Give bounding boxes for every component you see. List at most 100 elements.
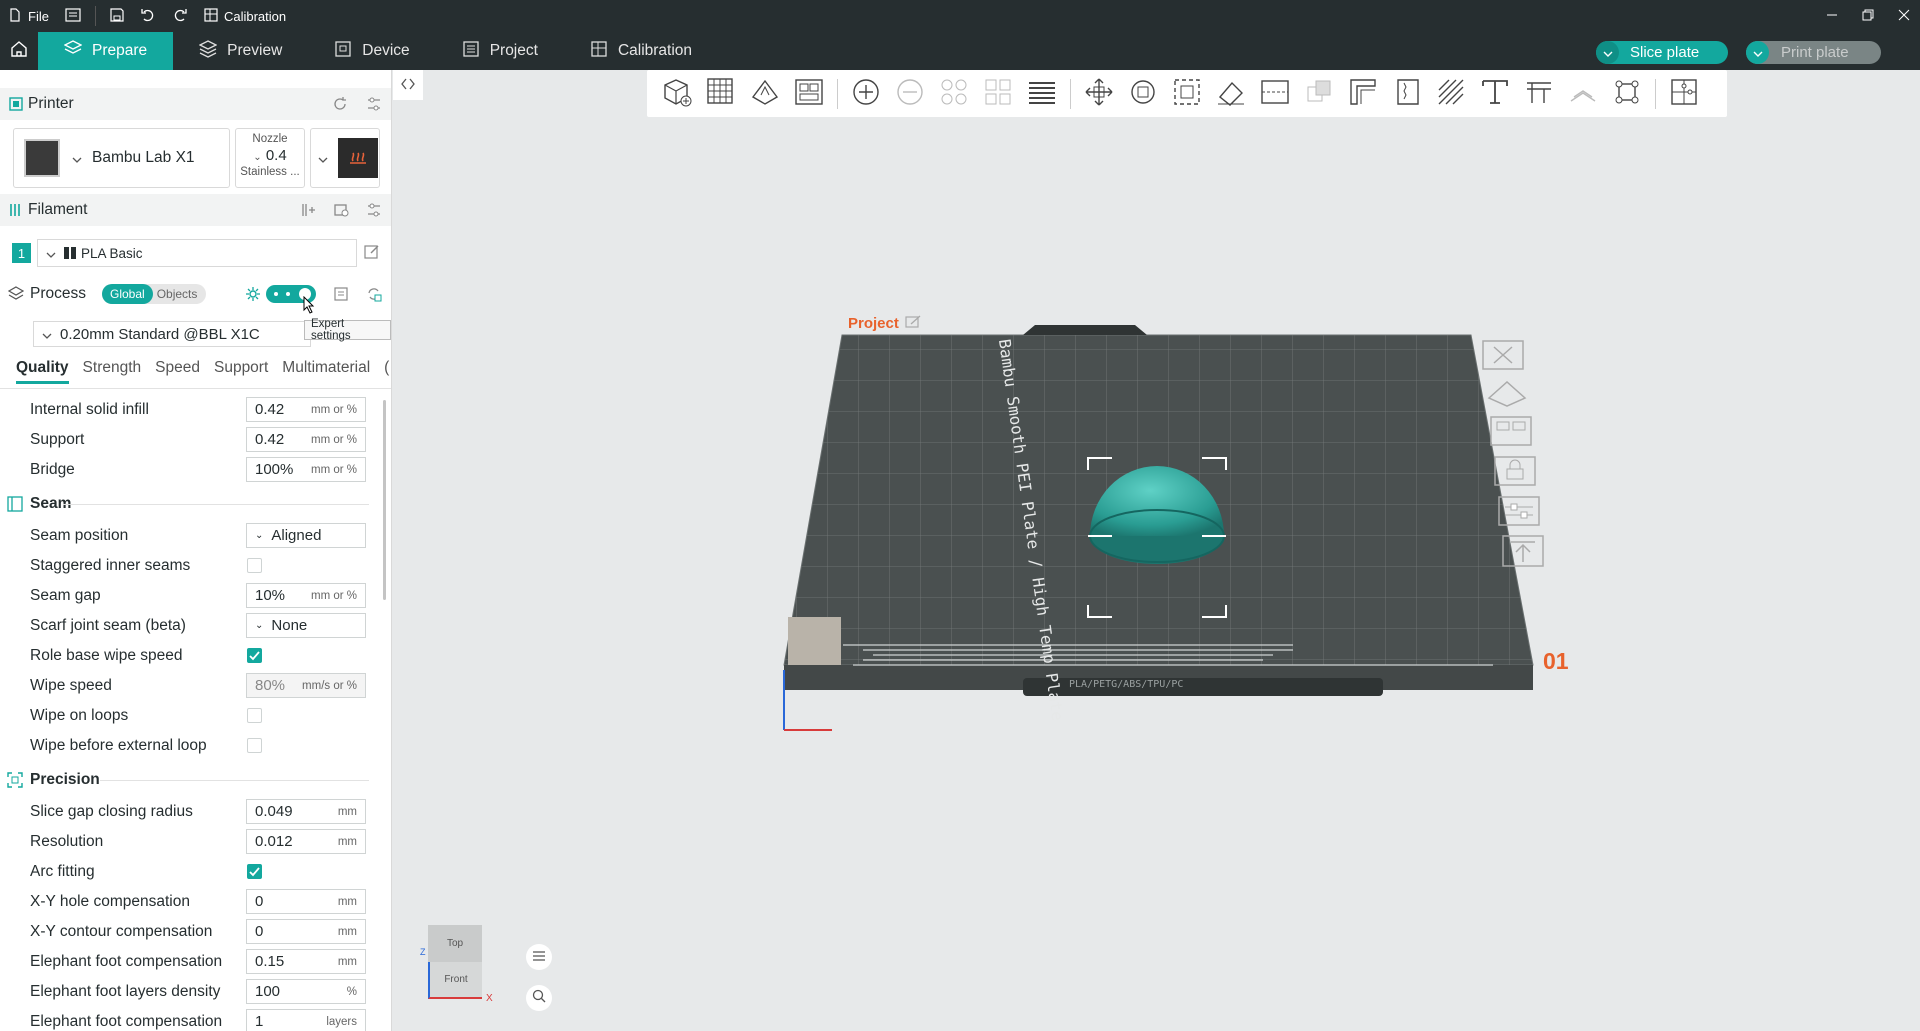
tab-project[interactable]: Project — [436, 32, 564, 70]
scarf-joint-seam-select[interactable]: ⌄ None — [246, 613, 366, 638]
bed-type-selector[interactable] — [310, 128, 380, 188]
toggle-objects[interactable]: Objects — [157, 287, 198, 301]
home-button[interactable] — [0, 32, 38, 70]
auto-orient-plate-button[interactable] — [1483, 376, 1531, 414]
zoom-search-button[interactable] — [526, 985, 552, 1011]
slice-dropdown-arrow[interactable] — [1596, 41, 1619, 64]
process-preset-selector[interactable]: 0.20mm Standard @BBL X1C — [33, 321, 311, 347]
rotate-tool-button[interactable] — [1121, 74, 1165, 114]
redo-button[interactable] — [164, 0, 196, 32]
fuzzy-skin-button[interactable] — [1429, 74, 1473, 114]
lock-plate-button[interactable] — [1491, 454, 1539, 492]
minimize-button[interactable] — [1814, 0, 1850, 32]
elephant-foot-layers-density-input[interactable]: 100% — [246, 979, 366, 1004]
variable-layer-height-button[interactable] — [1020, 74, 1064, 114]
wipe-on-loops-checkbox[interactable] — [247, 708, 262, 723]
add-filament-icon[interactable] — [300, 202, 316, 218]
support-painting-button[interactable] — [1341, 74, 1385, 114]
support-line-width-input[interactable]: 0.42 mm or % — [246, 427, 366, 452]
auto-orient-button[interactable] — [743, 74, 787, 114]
role-base-wipe-speed-checkbox[interactable] — [247, 648, 262, 663]
seam-position-select[interactable]: ⌄ Aligned — [246, 523, 366, 548]
setting-wipe-on-loops: Wipe on loops — [30, 701, 370, 731]
save-button[interactable] — [102, 0, 132, 32]
file-menu[interactable]: File — [0, 0, 57, 32]
print-dropdown-arrow[interactable] — [1746, 41, 1769, 64]
mesh-repair-button[interactable] — [1662, 74, 1706, 114]
close-window-button[interactable] — [1886, 0, 1920, 32]
bridge-line-width-input[interactable]: 100% mm or % — [246, 457, 366, 482]
elephant-foot-compensation-layers-input[interactable]: 1 layers — [246, 1009, 366, 1031]
compare-presets-icon[interactable] — [333, 286, 349, 302]
wipe-before-external-loop-checkbox[interactable] — [247, 738, 262, 753]
xy-hole-compensation-input[interactable]: 0 mm — [246, 889, 366, 914]
project-label[interactable]: Project — [848, 315, 921, 332]
refresh-icon[interactable] — [332, 96, 348, 112]
elephant-foot-compensation-input[interactable]: 0.15 mm — [246, 949, 366, 974]
print-plate-button[interactable]: Print plate — [1746, 41, 1881, 64]
add-plate-button[interactable] — [699, 74, 743, 114]
split-parts-button[interactable] — [976, 74, 1020, 114]
seam-gap-input[interactable]: 10% mm or % — [246, 583, 366, 608]
nozzle-selector[interactable]: Nozzle ⌄ 0.4 Stainless ... — [235, 128, 305, 188]
view-menu-button[interactable] — [526, 944, 552, 970]
split-objects-button[interactable] — [932, 74, 976, 114]
arrange-button[interactable] — [787, 74, 831, 114]
xy-contour-compensation-input[interactable]: 0 mm — [246, 919, 366, 944]
toggle-global[interactable]: Global — [102, 284, 153, 304]
subtab-others[interactable]: ( — [384, 359, 389, 377]
subtab-speed[interactable]: Speed — [155, 359, 200, 377]
arc-fitting-checkbox[interactable] — [247, 864, 262, 879]
text-tool-button[interactable] — [1473, 74, 1517, 114]
undo-button[interactable] — [132, 0, 164, 32]
plate-settings-button[interactable] — [1495, 494, 1543, 532]
seam-painting-button[interactable] — [1385, 74, 1429, 114]
view-cube-front[interactable]: Front — [428, 962, 482, 999]
slice-gap-closing-radius-input[interactable]: 0.049 mm — [246, 799, 366, 824]
cut-tool-button[interactable] — [1253, 74, 1297, 114]
internal-solid-infill-input[interactable]: 0.42 mm or % — [246, 397, 366, 422]
advanced-gear-icon[interactable] — [245, 286, 261, 302]
tab-calibration[interactable]: Calibration — [564, 32, 718, 70]
tab-device[interactable]: Device — [308, 32, 435, 70]
add-object-button[interactable] — [655, 74, 699, 114]
settings-scrollbar[interactable] — [383, 400, 386, 600]
filament-settings-icon[interactable] — [366, 202, 382, 218]
printer-settings-icon[interactable] — [366, 96, 382, 112]
wipe-speed-input[interactable]: 80% mm/s or % — [246, 673, 366, 698]
scale-tool-button[interactable] — [1165, 74, 1209, 114]
subtab-strength[interactable]: Strength — [83, 359, 142, 377]
printer-selector[interactable]: Bambu Lab X1 — [13, 128, 230, 188]
tab-preview[interactable]: Preview — [173, 32, 308, 70]
delete-plate-button[interactable] — [1479, 338, 1527, 376]
brim-ears-button[interactable] — [1605, 74, 1649, 114]
hamburger-menu-button[interactable] — [57, 0, 89, 32]
edit-filament-icon[interactable] — [364, 244, 380, 260]
tab-prepare[interactable]: Prepare — [38, 32, 174, 70]
slice-plate-button[interactable]: Slice plate — [1596, 41, 1728, 64]
staggered-inner-seams-checkbox[interactable] — [247, 558, 262, 573]
boolean-tool-button[interactable] — [1297, 74, 1341, 114]
subtab-multimaterial[interactable]: Multimaterial — [282, 359, 370, 377]
view-cube[interactable]: Top Front Z X — [420, 925, 493, 1004]
measure-tool-button[interactable] — [1517, 74, 1561, 114]
process-sync-icon[interactable] — [366, 286, 382, 302]
subtab-support[interactable]: Support — [214, 359, 268, 377]
move-to-top-button[interactable] — [1499, 534, 1547, 572]
add-instance-button[interactable] — [844, 74, 888, 114]
filament-slot-badge[interactable]: 1 — [12, 243, 31, 263]
remove-instance-button[interactable] — [888, 74, 932, 114]
global-objects-toggle[interactable]: Global Objects — [102, 284, 206, 304]
move-tool-button[interactable] — [1077, 74, 1121, 114]
sync-filament-icon[interactable] — [333, 202, 349, 218]
resolution-input[interactable]: 0.012 mm — [246, 829, 366, 854]
assembly-tool-button[interactable] — [1561, 74, 1605, 114]
calibration-title-button[interactable]: Calibration — [196, 0, 294, 32]
lay-on-face-button[interactable] — [1209, 74, 1253, 114]
restore-button[interactable] — [1850, 0, 1886, 32]
arrange-plate-button[interactable] — [1487, 414, 1535, 452]
subtab-quality[interactable]: Quality — [16, 359, 69, 384]
view-cube-top[interactable]: Top — [428, 925, 482, 962]
3d-viewport[interactable]: Project Bambu Smooth PEI Plate / High Te… — [393, 70, 1920, 1031]
filament-selector[interactable]: PLA Basic — [37, 239, 357, 267]
